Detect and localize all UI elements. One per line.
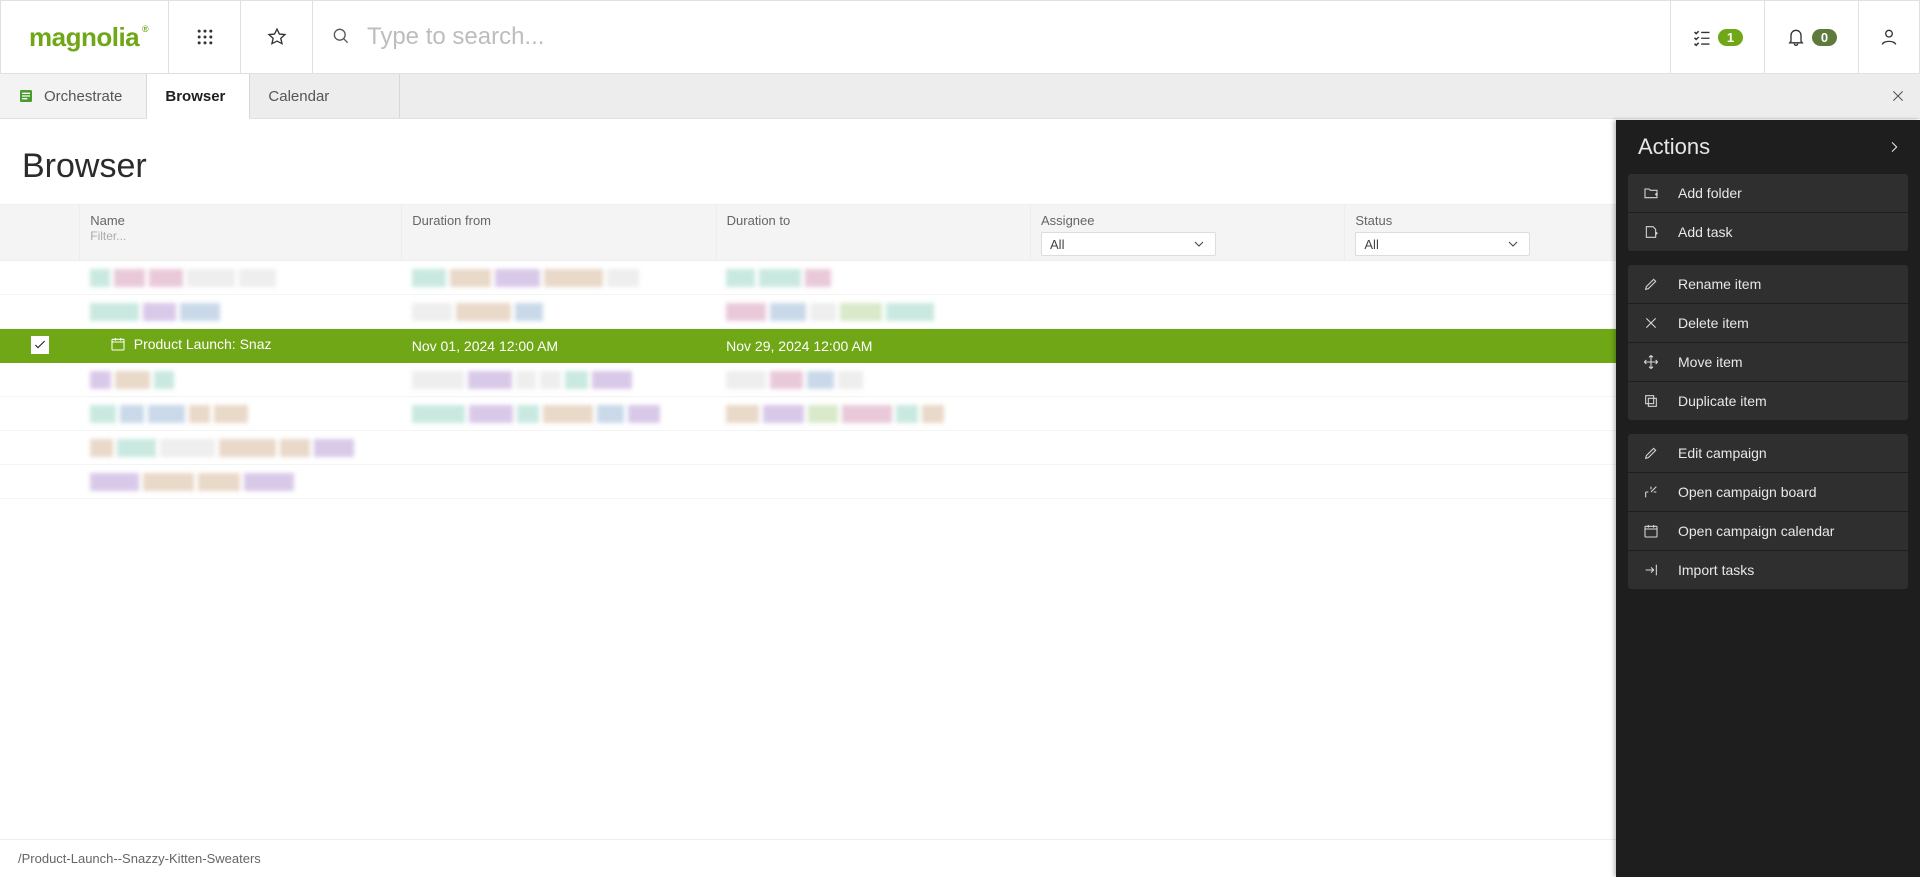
action-group: Rename item Delete item Move item Duplicate…	[1628, 265, 1908, 420]
action-import-tasks[interactable]: Import tasks	[1628, 551, 1908, 589]
actions-title: Actions	[1638, 134, 1710, 160]
col-duration-to[interactable]: Duration to	[716, 205, 1030, 261]
col-assignee-label: Assignee	[1041, 213, 1334, 228]
search-input[interactable]	[365, 22, 1670, 52]
action-open-campaign-board[interactable]: Open campaign board	[1628, 473, 1908, 511]
action-edit-campaign[interactable]: Edit campaign	[1628, 434, 1908, 472]
col-name-label: Name	[90, 213, 391, 228]
action-label: Edit campaign	[1678, 445, 1767, 461]
status-filter-value: All	[1364, 237, 1378, 252]
bell-icon	[1786, 27, 1806, 47]
action-label: Open campaign calendar	[1678, 523, 1834, 539]
col-assignee[interactable]: Assignee All	[1031, 205, 1345, 261]
tab-calendar-label: Calendar	[268, 88, 329, 105]
action-add-task[interactable]: Add task	[1628, 213, 1908, 251]
action-label: Delete item	[1678, 315, 1749, 331]
action-group: Add folder Add task	[1628, 174, 1908, 251]
chevron-down-icon	[1191, 236, 1207, 252]
col-status-label: Status	[1355, 213, 1648, 228]
tab-row-close[interactable]	[1890, 74, 1906, 118]
action-label: Add folder	[1678, 185, 1742, 201]
import-icon	[1642, 562, 1660, 578]
star-icon	[267, 27, 287, 47]
global-search[interactable]	[312, 1, 1670, 73]
action-label: Duplicate item	[1678, 393, 1767, 409]
tasks-badge: 1	[1718, 29, 1743, 46]
orchestrate-icon	[18, 88, 34, 104]
action-add-folder[interactable]: Add folder	[1628, 174, 1908, 212]
row-duration-from: Nov 01, 2024 12:00 AM	[402, 329, 716, 363]
pencil-icon	[1642, 445, 1660, 461]
col-duration-from[interactable]: Duration from	[402, 205, 716, 261]
notifications-button[interactable]: 0	[1764, 1, 1858, 73]
status-path: /Product-Launch--Snazzy-Kitten-Sweaters	[18, 851, 261, 866]
actions-body: Add folder Add task Rename item Delete item…	[1616, 174, 1920, 877]
action-label: Add task	[1678, 224, 1732, 240]
actions-panel: Actions Add folder Add task Rename item Del…	[1616, 120, 1920, 877]
chevron-down-icon	[1505, 236, 1521, 252]
action-label: Move item	[1678, 354, 1743, 370]
col-duration-to-label: Duration to	[727, 213, 1020, 228]
pencil-icon	[1642, 276, 1660, 292]
move-icon	[1642, 354, 1660, 370]
tab-orchestrate[interactable]: Orchestrate	[0, 74, 147, 118]
favorite-button[interactable]	[240, 1, 312, 73]
col-name-filter[interactable]: Filter...	[90, 229, 126, 243]
status-filter-select[interactable]: All	[1355, 232, 1530, 256]
action-move-item[interactable]: Move item	[1628, 343, 1908, 381]
user-icon	[1879, 27, 1899, 47]
row-name: Product Launch: Snaz	[80, 329, 402, 363]
action-delete-item[interactable]: Delete item	[1628, 304, 1908, 342]
header-right-buttons: 1 0	[1670, 1, 1920, 73]
x-icon	[1642, 315, 1660, 331]
action-label: Import tasks	[1678, 562, 1754, 578]
action-label: Rename item	[1678, 276, 1761, 292]
col-name[interactable]: Name Filter...	[80, 205, 402, 261]
action-label: Open campaign board	[1678, 484, 1817, 500]
calendar-icon	[1642, 523, 1660, 539]
col-checkbox	[0, 205, 80, 261]
col-duration-from-label: Duration from	[412, 213, 705, 228]
close-icon	[1890, 88, 1906, 104]
tab-orchestrate-label: Orchestrate	[44, 88, 122, 105]
tab-browser-label: Browser	[165, 88, 225, 105]
tasks-button[interactable]: 1	[1670, 1, 1764, 73]
assignee-filter-value: All	[1050, 237, 1064, 252]
tab-calendar[interactable]: Calendar	[250, 74, 400, 118]
app-launcher-button[interactable]	[168, 1, 240, 73]
duplicate-icon	[1642, 393, 1660, 409]
brand-text: magnolia	[29, 22, 139, 53]
row-checkbox[interactable]	[31, 336, 49, 354]
actions-header[interactable]: Actions	[1616, 120, 1920, 174]
notifications-badge: 0	[1812, 29, 1837, 46]
folder-plus-icon	[1642, 185, 1660, 201]
top-bar: magnolia 1 0	[0, 0, 1920, 74]
search-icon	[331, 26, 351, 49]
brand-logo[interactable]: magnolia	[0, 1, 168, 73]
task-plus-icon	[1642, 224, 1660, 240]
tab-row: Orchestrate Browser Calendar	[0, 74, 1920, 119]
open-board-icon	[1642, 484, 1660, 500]
action-group: Edit campaign Open campaign board Open cam…	[1628, 434, 1908, 589]
assignee-filter-select[interactable]: All	[1041, 232, 1216, 256]
calendar-icon	[110, 336, 126, 355]
checklist-icon	[1692, 27, 1712, 47]
action-duplicate-item[interactable]: Duplicate item	[1628, 382, 1908, 420]
action-open-campaign-calendar[interactable]: Open campaign calendar	[1628, 512, 1908, 550]
tab-browser[interactable]: Browser	[147, 74, 250, 119]
row-duration-to: Nov 29, 2024 12:00 AM	[716, 329, 1030, 363]
chevron-right-icon	[1886, 139, 1902, 155]
grid-icon	[195, 27, 215, 47]
user-button[interactable]	[1858, 1, 1920, 73]
col-status[interactable]: Status All	[1345, 205, 1659, 261]
action-rename-item[interactable]: Rename item	[1628, 265, 1908, 303]
